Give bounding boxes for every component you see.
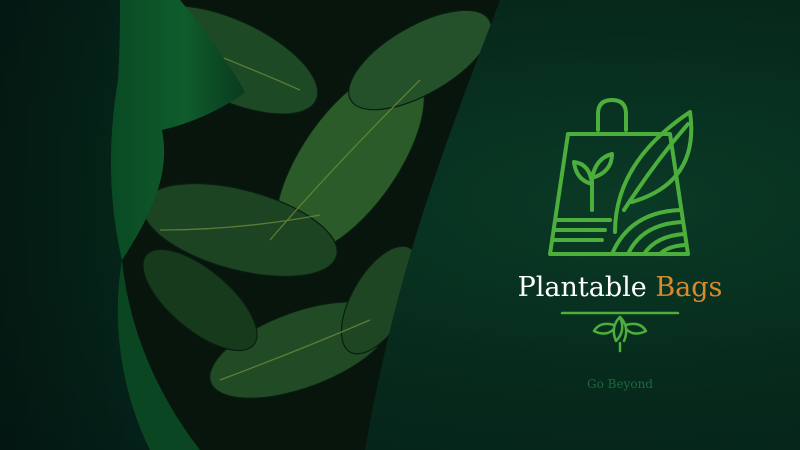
brand-name-secondary: Bags bbox=[655, 272, 723, 303]
brand-name: Plantable Bags bbox=[500, 272, 740, 303]
leaf-sprig-icon bbox=[560, 311, 680, 353]
tagline: Go Beyond bbox=[587, 377, 653, 391]
brand-name-primary: Plantable bbox=[517, 272, 647, 303]
shopping-bag-leaf-icon bbox=[548, 98, 694, 256]
brand-slide: Plantable Bags Go Beyond bbox=[0, 0, 800, 450]
